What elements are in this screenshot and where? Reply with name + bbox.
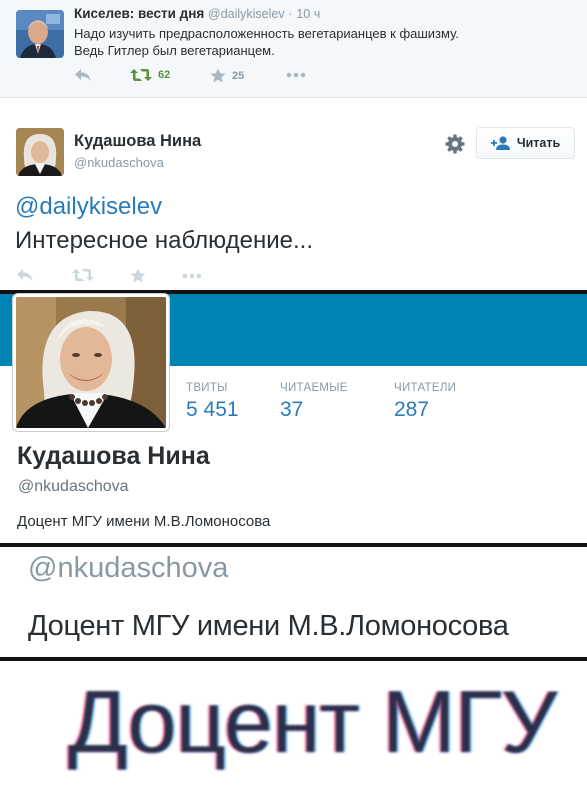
star-icon bbox=[130, 268, 146, 283]
profile-bio: Доцент МГУ имени М.В.Ломоносова bbox=[17, 513, 271, 530]
quoted-author-handle[interactable]: @dailykiselev bbox=[208, 7, 285, 21]
retweet-icon bbox=[130, 69, 152, 81]
tweet-author-name[interactable]: Кудашова Нина bbox=[74, 132, 201, 151]
retweet-button[interactable]: 62 bbox=[130, 68, 170, 82]
retweet-button[interactable] bbox=[72, 268, 94, 282]
follow-button-label: Читать bbox=[516, 136, 561, 150]
stat-label: ЧИТАЕМЫЕ bbox=[280, 382, 348, 394]
more-icon bbox=[286, 72, 306, 78]
reply-button[interactable] bbox=[74, 68, 92, 82]
profile-avatar[interactable] bbox=[13, 294, 169, 431]
magnified-text-panel: Доцент МГУ bbox=[0, 661, 587, 786]
favorite-button[interactable] bbox=[130, 268, 146, 283]
add-user-icon bbox=[490, 136, 510, 150]
reply-icon bbox=[75, 69, 91, 81]
quoted-tweet-text: Надо изучить предрасположенность вегетар… bbox=[74, 25, 574, 59]
tweet-mention[interactable]: @dailykiselev bbox=[15, 193, 162, 221]
stat-value: 5 451 bbox=[186, 398, 239, 421]
stat-following[interactable]: ЧИТАЕМЫЕ 37 bbox=[280, 382, 348, 422]
stat-label: ЧИТАТЕЛИ bbox=[394, 382, 457, 394]
magnified-bio-text: Доцент МГУ bbox=[68, 672, 557, 771]
zoomed-profile-details: @nkudaschova Доцент МГУ имени М.В.Ломоно… bbox=[0, 547, 587, 657]
stat-label: ТВИТЫ bbox=[186, 382, 228, 394]
more-icon bbox=[182, 273, 202, 279]
separator-dot: · bbox=[288, 7, 293, 21]
tweet: Кудашова Нина @nkudaschova Читать @daily… bbox=[0, 98, 587, 290]
retweet-count: 62 bbox=[158, 69, 171, 81]
gear-icon[interactable] bbox=[445, 134, 465, 154]
profile-handle[interactable]: @nkudaschova bbox=[18, 478, 129, 496]
tweet-author-handle[interactable]: @nkudaschova bbox=[74, 155, 164, 170]
profile-name[interactable]: Кудашова Нина bbox=[17, 442, 210, 471]
more-button[interactable] bbox=[182, 273, 202, 279]
quoted-tweet: Киселев: вести дня @dailykiselev · 10 ч … bbox=[0, 0, 587, 98]
reply-button[interactable] bbox=[16, 268, 34, 282]
quoted-tweet-text-line: Надо изучить предрасположенность вегетар… bbox=[74, 26, 459, 41]
stat-tweets[interactable]: ТВИТЫ 5 451 bbox=[186, 382, 239, 422]
quoted-tweet-time[interactable]: 10 ч bbox=[296, 7, 320, 21]
favorite-button[interactable]: 25 bbox=[210, 68, 244, 83]
follow-button[interactable]: Читать bbox=[476, 127, 575, 159]
quoted-tweet-text-line: Ведь Гитлер был вегетарианцем. bbox=[74, 43, 275, 58]
quoted-tweet-actions: 62 25 bbox=[74, 68, 374, 86]
reply-icon bbox=[17, 269, 33, 281]
quoted-tweet-header: Киселев: вести дня @dailykiselev · 10 ч bbox=[74, 6, 320, 21]
retweet-icon bbox=[72, 269, 94, 281]
zoomed-handle: @nkudaschova bbox=[28, 552, 229, 584]
tweet-text: Интересное наблюдение... bbox=[15, 227, 313, 254]
more-button[interactable] bbox=[286, 72, 306, 78]
profile-card: ТВИТЫ 5 451 ЧИТАЕМЫЕ 37 ЧИТАТЕЛИ 287 Куд… bbox=[0, 294, 587, 543]
kudaschova-avatar[interactable] bbox=[16, 128, 64, 176]
stat-value: 287 bbox=[394, 398, 430, 421]
star-icon bbox=[210, 68, 226, 83]
kiselev-avatar[interactable] bbox=[16, 10, 64, 58]
stat-followers[interactable]: ЧИТАТЕЛИ 287 bbox=[394, 382, 456, 422]
favorite-count: 25 bbox=[232, 69, 245, 82]
quoted-author-name[interactable]: Киселев: вести дня bbox=[74, 6, 204, 21]
zoomed-bio: Доцент МГУ имени М.В.Ломоносова bbox=[28, 610, 509, 642]
stat-value: 37 bbox=[280, 398, 304, 421]
tweet-actions bbox=[16, 268, 216, 286]
